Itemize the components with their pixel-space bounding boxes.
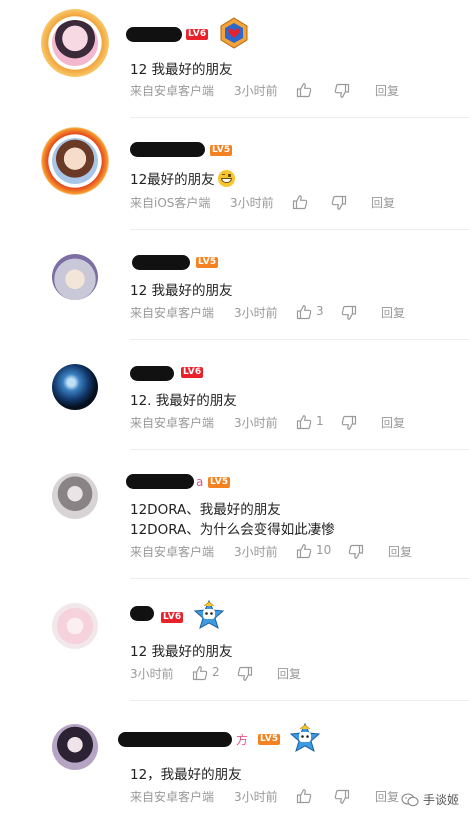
username-suffix: 方 [236, 733, 249, 747]
comment-text: 12 我最好的朋友 [130, 62, 233, 78]
comment-text: 12DORA、我最好的朋友 [130, 502, 281, 518]
divider [130, 700, 469, 701]
comment-time: 3小时前 [234, 84, 278, 98]
comment-text: 12 我最好的朋友 [130, 644, 233, 660]
comment-source: 来自安卓客户端 [130, 545, 215, 559]
username-redacted[interactable] [130, 142, 205, 157]
username-redacted[interactable] [132, 255, 190, 270]
like-icon[interactable] [296, 82, 312, 98]
comment-time: 3小时前 [234, 306, 278, 320]
username-redacted[interactable] [118, 732, 232, 747]
watermark-text: 手谈姬 [422, 793, 459, 807]
like-icon[interactable] [296, 543, 312, 559]
level-badge: LV5 [258, 734, 281, 745]
dislike-icon[interactable] [341, 415, 357, 431]
like-icon[interactable] [296, 788, 312, 804]
username-redacted[interactable] [130, 606, 154, 621]
reply-button[interactable]: 回复 [375, 82, 399, 99]
avatar[interactable] [41, 9, 109, 77]
comment-source: 来自安卓客户端 [130, 306, 215, 320]
divider [130, 229, 469, 230]
level-badge: LV5 [208, 477, 231, 488]
like-icon[interactable] [192, 665, 208, 681]
avatar[interactable] [50, 722, 100, 772]
medal-badge-icon [219, 17, 249, 54]
divider [130, 339, 469, 340]
level-badge: LV6 [186, 29, 209, 40]
reply-button[interactable]: 回复 [381, 304, 405, 321]
like-count: 2 [212, 665, 220, 679]
comment-time: 3小时前 [234, 545, 278, 559]
dislike-icon[interactable] [341, 305, 357, 321]
username-redacted[interactable] [126, 474, 194, 489]
comment-text: 12 我最好的朋友 [130, 283, 233, 299]
like-icon[interactable] [296, 414, 312, 430]
star-mascot-badge-icon [193, 599, 225, 635]
comment-text: 12最好的朋友 [130, 168, 235, 188]
avatar[interactable] [41, 127, 109, 195]
level-badge: LV5 [210, 145, 233, 156]
comment-source: 来自安卓客户端 [130, 416, 215, 430]
reply-button[interactable]: 回复 [381, 414, 405, 431]
avatar[interactable] [50, 252, 100, 302]
reply-button[interactable]: 回复 [375, 788, 399, 805]
like-count: 10 [316, 543, 332, 557]
reply-button[interactable]: 回复 [371, 194, 395, 211]
reply-button[interactable]: 回复 [388, 543, 412, 560]
avatar[interactable] [50, 471, 100, 521]
dislike-icon[interactable] [237, 666, 253, 682]
comment-text: 12. 我最好的朋友 [130, 393, 237, 409]
dislike-icon[interactable] [331, 195, 347, 211]
comment-source: 来自安卓客户端 [130, 84, 215, 98]
level-badge: LV5 [196, 257, 219, 268]
comment-source: 来自安卓客户端 [130, 790, 215, 804]
dislike-icon[interactable] [334, 789, 350, 805]
comment-time: 3小时前 [130, 667, 174, 681]
like-count: 3 [316, 304, 324, 318]
username-suffix: a [196, 475, 204, 489]
avatar[interactable] [50, 601, 100, 651]
like-icon[interactable] [292, 194, 308, 210]
wechat-chat-bubble-icon [401, 792, 419, 807]
like-count: 1 [316, 414, 324, 428]
comment-time: 3小时前 [234, 790, 278, 804]
reply-button[interactable]: 回复 [277, 665, 301, 682]
divider [130, 117, 469, 118]
username-redacted[interactable] [130, 366, 174, 381]
comment-text: 12DORA、为什么会变得如此凄惨 [130, 522, 335, 538]
comment-source: 来自iOS客户端 [130, 196, 211, 210]
dislike-icon[interactable] [348, 544, 364, 560]
star-mascot-badge-icon [289, 722, 321, 758]
grin-emoji-icon [217, 170, 235, 187]
comment-time: 3小时前 [230, 196, 274, 210]
comment-time: 3小时前 [234, 416, 278, 430]
dislike-icon[interactable] [334, 83, 350, 99]
level-badge: LV6 [161, 612, 184, 623]
level-badge: LV6 [181, 367, 204, 378]
watermark: 手谈姬 [401, 791, 459, 808]
username-redacted[interactable] [126, 27, 182, 42]
comment-text: 12，我最好的朋友 [130, 767, 242, 783]
divider [130, 578, 469, 579]
like-icon[interactable] [296, 304, 312, 320]
avatar[interactable] [50, 362, 100, 412]
divider [130, 449, 469, 450]
